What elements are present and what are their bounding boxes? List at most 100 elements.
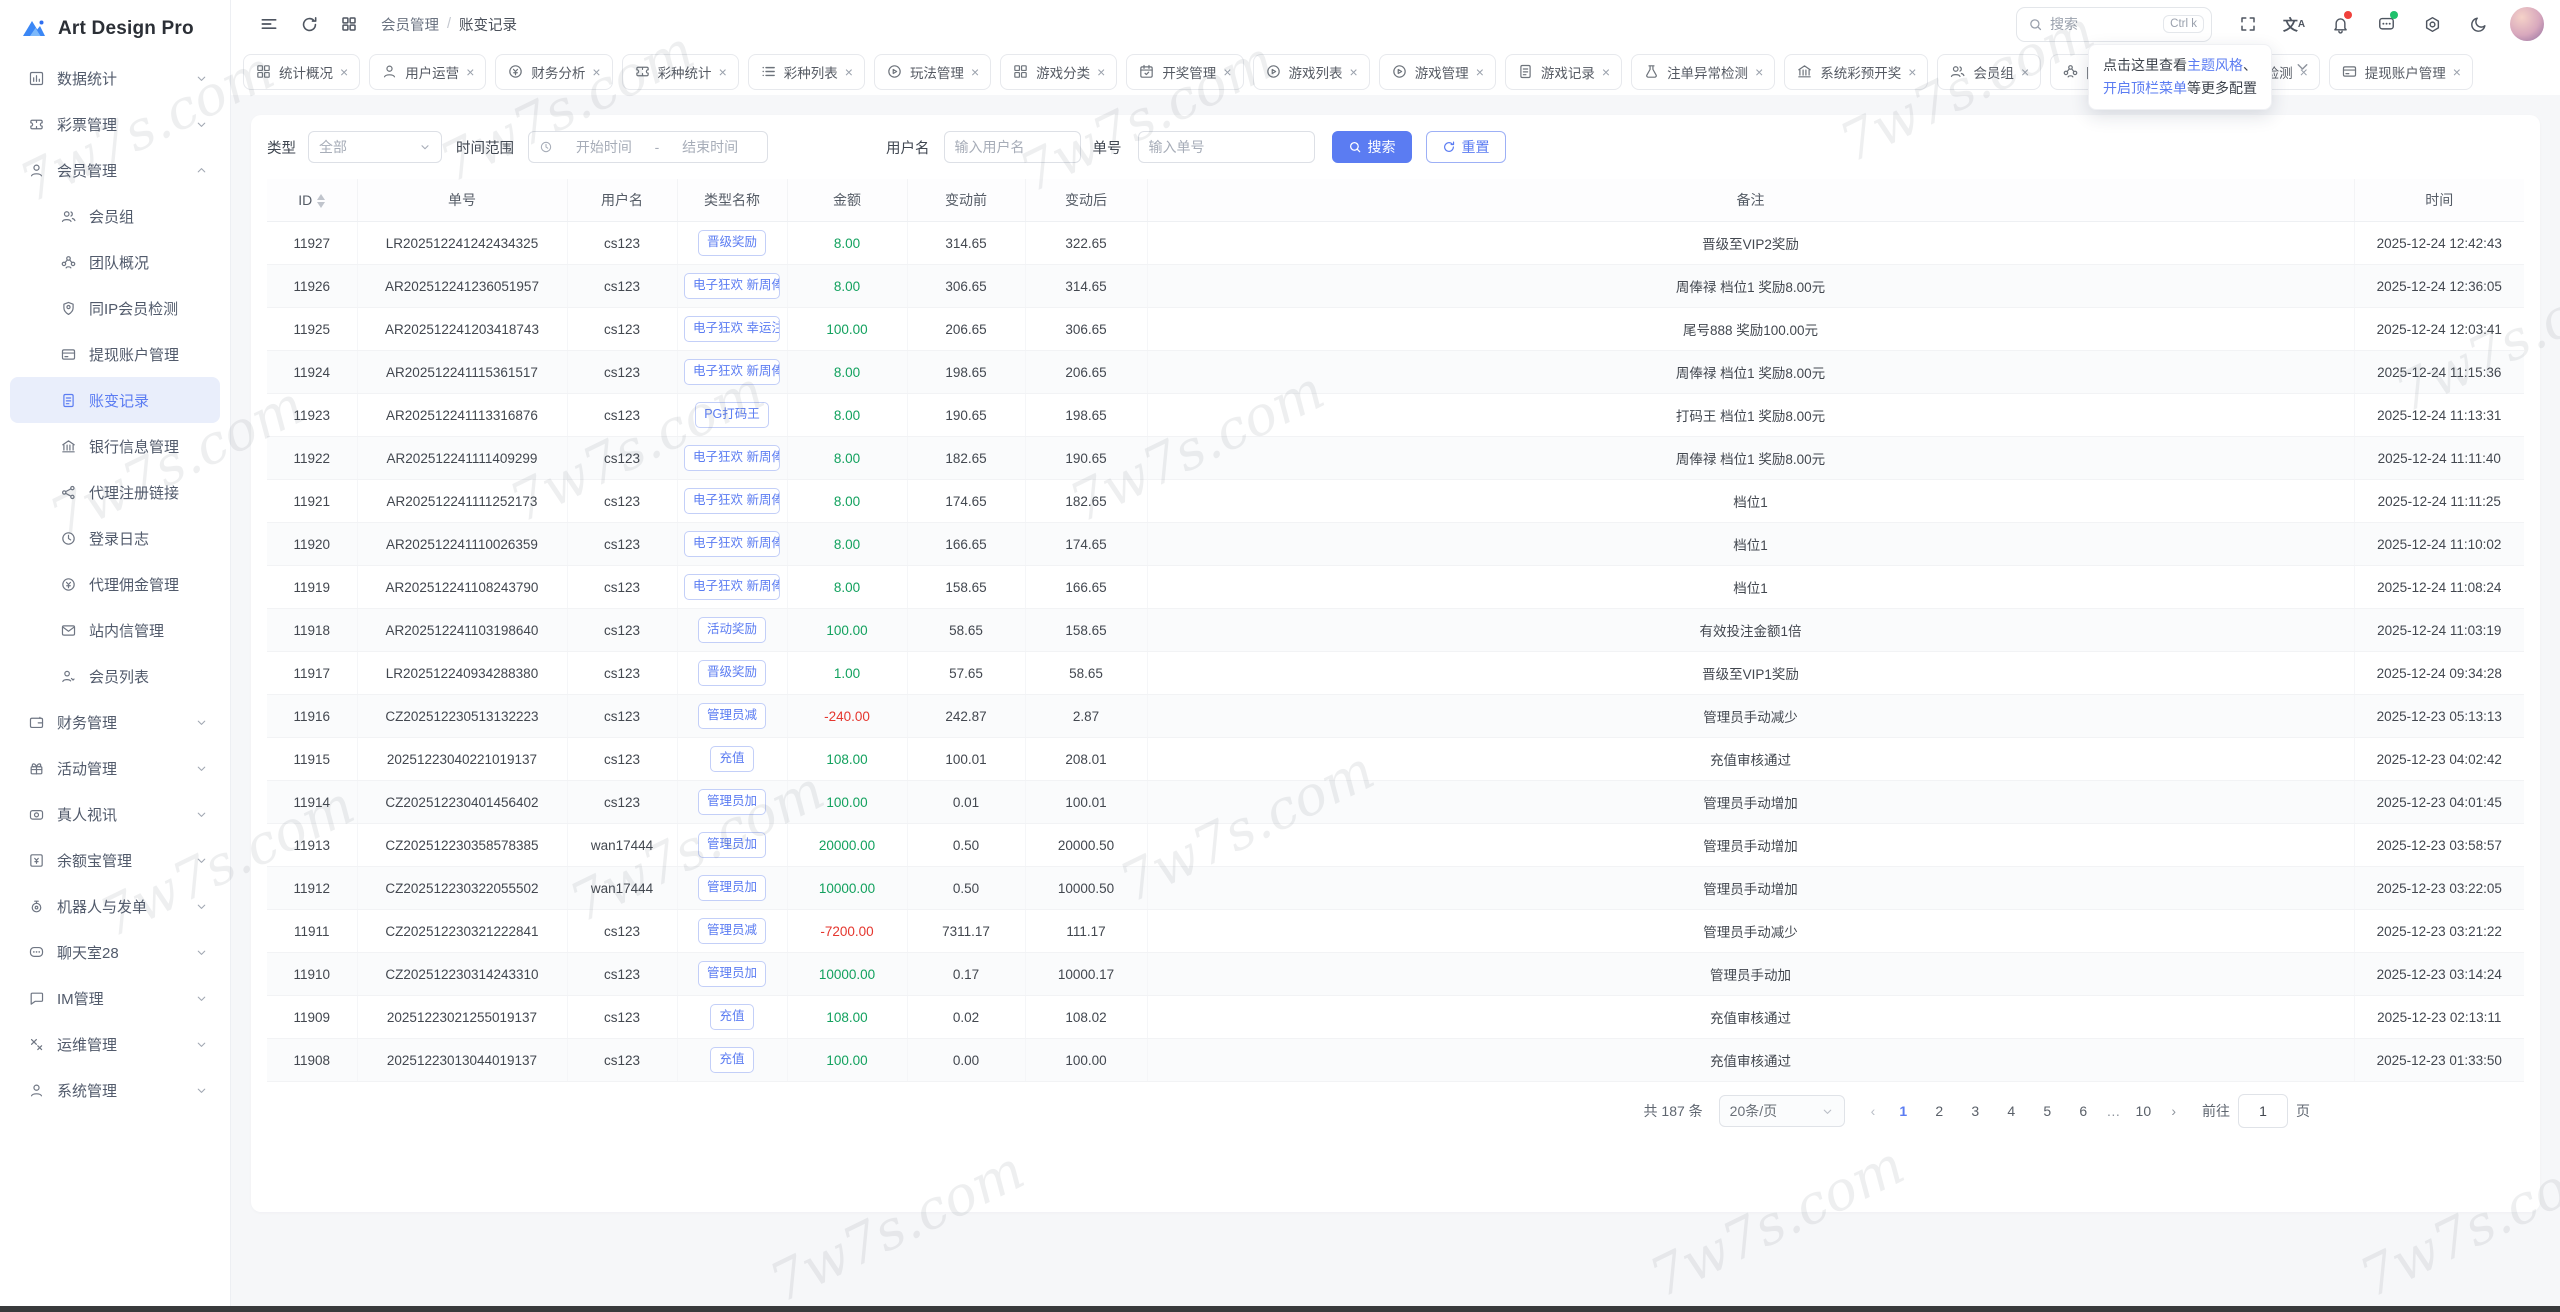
sidebar-item[interactable]: 系统管理	[10, 1067, 220, 1113]
goto-page-input[interactable]	[2238, 1094, 2288, 1128]
sidebar-item[interactable]: 团队概况	[10, 239, 220, 285]
tab-item[interactable]: 游戏记录×	[1505, 54, 1622, 90]
order-input[interactable]	[1138, 131, 1315, 163]
sidebar-item[interactable]: 会员列表	[10, 653, 220, 699]
fullscreen-icon[interactable]	[2228, 4, 2268, 44]
bottom-scrollbar[interactable]	[0, 1306, 2560, 1312]
sidebar-item[interactable]: 提现账户管理	[10, 331, 220, 377]
sidebar-item[interactable]: 机器人与发单	[10, 883, 220, 929]
tab-item[interactable]: 提现账户管理 ×	[2329, 54, 2473, 90]
close-icon[interactable]: ×	[1908, 65, 1916, 79]
date-range-input[interactable]: 开始时间 - 结束时间	[528, 131, 768, 163]
cell-type: 电子狂欢 新周俸禄	[677, 523, 787, 566]
page-number[interactable]: 2	[1923, 1103, 1955, 1119]
page-number[interactable]: 4	[1995, 1103, 2027, 1119]
tab-item[interactable]: 游戏分类×	[1000, 54, 1117, 90]
logo[interactable]: Art Design Pro	[0, 0, 230, 55]
tab-item[interactable]: 开奖管理×	[1126, 54, 1243, 90]
close-icon[interactable]: ×	[845, 65, 853, 79]
close-icon[interactable]: ×	[1097, 65, 1105, 79]
page-number[interactable]: 10	[2127, 1103, 2159, 1119]
close-icon[interactable]: ×	[719, 65, 727, 79]
sidebar-item[interactable]: 财务管理	[10, 699, 220, 745]
close-icon[interactable]: ×	[2021, 65, 2029, 79]
apps-grid-icon[interactable]	[329, 4, 369, 44]
page-number[interactable]: 1	[1887, 1103, 1919, 1119]
sidebar-item[interactable]: 银行信息管理	[10, 423, 220, 469]
language-icon[interactable]: 文A	[2274, 4, 2314, 44]
cell-order-no: CZ202512230322055502	[357, 867, 567, 910]
more-pages-icon[interactable]: …	[2103, 1103, 2123, 1119]
sort-icon[interactable]	[317, 194, 325, 208]
top-menu-link[interactable]: 开启顶栏菜单	[2103, 80, 2187, 96]
tab-label: 彩种列表	[784, 62, 838, 82]
tab-item[interactable]: 游戏列表×	[1253, 54, 1370, 90]
username-input[interactable]	[944, 131, 1081, 163]
page-number[interactable]: 6	[2067, 1103, 2099, 1119]
close-icon[interactable]: ×	[340, 65, 348, 79]
breadcrumb-item-current: 账变记录	[459, 14, 517, 35]
sidebar-item[interactable]: 彩票管理	[10, 101, 220, 147]
sidebar-item-label: 机器人与发单	[57, 896, 147, 917]
search-button[interactable]: 搜索	[1332, 131, 1412, 163]
cell-before: 166.65	[907, 523, 1025, 566]
messages-icon[interactable]	[2366, 4, 2406, 44]
sidebar-item[interactable]: 活动管理	[10, 745, 220, 791]
close-icon[interactable]: ×	[1755, 65, 1763, 79]
close-icon[interactable]: ×	[466, 65, 474, 79]
dark-mode-moon-icon[interactable]	[2458, 4, 2498, 44]
sidebar-item[interactable]: 运维管理	[10, 1021, 220, 1067]
tab-item[interactable]: 游戏管理×	[1379, 54, 1496, 90]
theme-style-link[interactable]: 主题风格	[2187, 57, 2243, 73]
prev-page-button[interactable]: ‹	[1863, 1103, 1884, 1119]
tab-item[interactable]: 系统彩预开奖×	[1784, 54, 1928, 90]
cell-order-no: LR202512240934288380	[357, 652, 567, 695]
close-icon[interactable]: ×	[1350, 65, 1358, 79]
user-avatar[interactable]	[2510, 7, 2544, 41]
breadcrumb-item[interactable]: 会员管理	[381, 14, 439, 35]
close-icon[interactable]: ×	[592, 65, 600, 79]
search-input[interactable]: 搜索 Ctrl k	[2016, 7, 2212, 42]
sidebar-item[interactable]: 真人视讯	[10, 791, 220, 837]
sidebar-item[interactable]: 聊天室28	[10, 929, 220, 975]
type-select[interactable]: 全部	[308, 131, 442, 163]
sidebar-item[interactable]: 会员组	[10, 193, 220, 239]
sidebar-item[interactable]: IM管理	[10, 975, 220, 1021]
reset-button[interactable]: 重置	[1426, 131, 1506, 163]
notifications-bell-icon[interactable]	[2320, 4, 2360, 44]
tab-label: 提现账户管理	[2365, 62, 2446, 82]
cell-id: 11908	[267, 1039, 357, 1082]
sidebar-item[interactable]: 同IP会员检测	[10, 285, 220, 331]
tab-item[interactable]: 会员组×	[1937, 54, 2041, 90]
close-icon[interactable]: ×	[1602, 65, 1610, 79]
tab-item[interactable]: 用户运营×	[369, 54, 486, 90]
sidebar-item[interactable]: 站内信管理	[10, 607, 220, 653]
type-tag: 电子狂欢 幸运注单	[684, 316, 780, 342]
tab-options-chevron-icon[interactable]	[2294, 58, 2311, 75]
refresh-icon[interactable]	[289, 4, 329, 44]
close-icon[interactable]: ×	[1476, 65, 1484, 79]
tab-item[interactable]: 彩种列表 ×	[748, 54, 865, 90]
tab-item[interactable]: 统计概况×	[243, 54, 360, 90]
close-icon[interactable]: ×	[2453, 65, 2461, 79]
sidebar-item[interactable]: 余额宝管理	[10, 837, 220, 883]
page-number[interactable]: 5	[2031, 1103, 2063, 1119]
next-page-button[interactable]: ›	[2163, 1103, 2184, 1119]
close-icon[interactable]: ×	[971, 65, 979, 79]
sidebar-item[interactable]: 数据统计	[10, 55, 220, 101]
column-header[interactable]: ID	[267, 179, 357, 222]
settings-gear-icon[interactable]	[2412, 4, 2452, 44]
sidebar-item[interactable]: 代理注册链接	[10, 469, 220, 515]
tab-item[interactable]: 财务分析×	[495, 54, 612, 90]
page-size-select[interactable]: 20条/页	[1719, 1095, 1845, 1127]
menu-collapse-icon[interactable]	[249, 4, 289, 44]
page-number[interactable]: 3	[1959, 1103, 1991, 1119]
sidebar-item[interactable]: 登录日志	[10, 515, 220, 561]
sidebar-item[interactable]: 账变记录	[10, 377, 220, 423]
tab-item[interactable]: 彩种统计×	[622, 54, 739, 90]
tab-item[interactable]: 注单异常检测×	[1631, 54, 1775, 90]
tab-item[interactable]: 玩法管理×	[874, 54, 991, 90]
sidebar-item[interactable]: 会员管理	[10, 147, 220, 193]
close-icon[interactable]: ×	[1223, 65, 1231, 79]
sidebar-item[interactable]: 代理佣金管理	[10, 561, 220, 607]
